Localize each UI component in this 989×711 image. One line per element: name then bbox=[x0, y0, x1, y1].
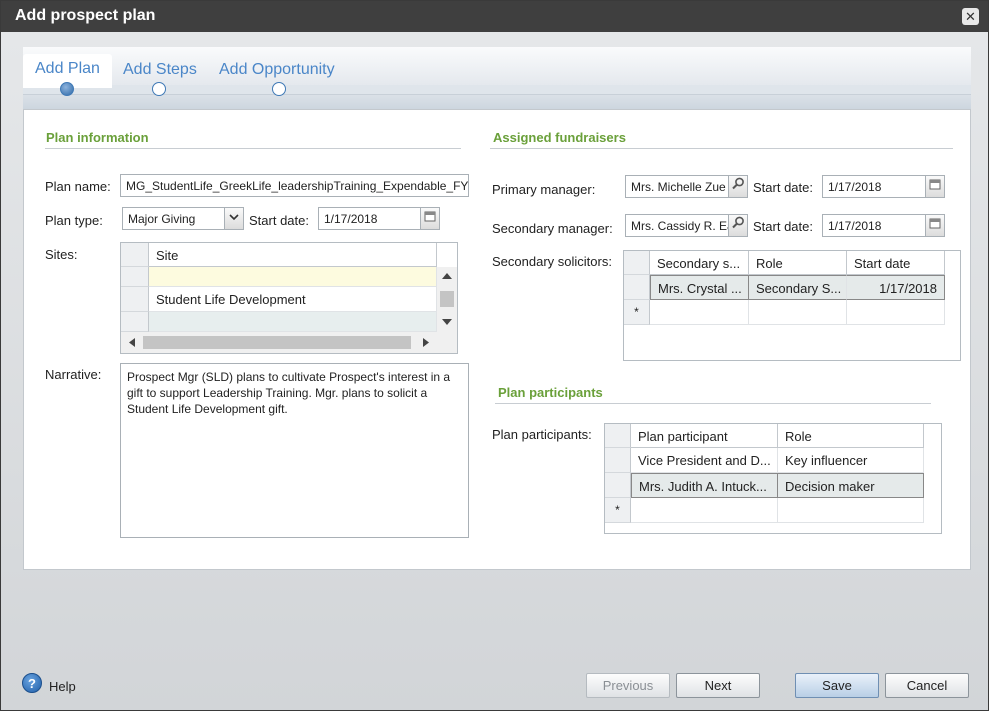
divider bbox=[495, 403, 931, 404]
column-header-site[interactable]: Site bbox=[149, 243, 437, 267]
save-button[interactable]: Save bbox=[795, 673, 879, 698]
primary-start-date-input[interactable]: 1/17/2018 bbox=[822, 175, 926, 198]
new-row-marker: * bbox=[605, 498, 631, 523]
new-row-cell[interactable] bbox=[631, 498, 778, 523]
column-header-secondary-solicitor[interactable]: Secondary s... bbox=[650, 251, 749, 275]
title-bar: Add prospect plan ✕ bbox=[1, 1, 988, 32]
row-selector[interactable] bbox=[121, 267, 149, 287]
secondary-manager-input[interactable]: Mrs. Cassidy R. Ea bbox=[625, 214, 729, 237]
secondary-solicitors-grid: Secondary s... Role Start date Mrs. Crys… bbox=[623, 250, 961, 361]
plan-type-select[interactable]: Major Giving bbox=[122, 207, 225, 230]
plan-type-label: Plan type: bbox=[45, 213, 103, 228]
next-button[interactable]: Next bbox=[676, 673, 760, 698]
row-selector[interactable] bbox=[121, 312, 149, 332]
plan-start-date-label: Start date: bbox=[249, 213, 309, 228]
primary-manager-label: Primary manager: bbox=[492, 182, 596, 197]
calendar-icon[interactable] bbox=[925, 175, 945, 198]
column-header-start-date[interactable]: Start date bbox=[847, 251, 945, 275]
step-dot-add-opportunity[interactable] bbox=[272, 82, 286, 96]
tab-add-steps[interactable]: Add Steps bbox=[123, 61, 197, 79]
divider bbox=[45, 148, 461, 149]
search-icon[interactable] bbox=[728, 175, 748, 198]
secondary-manager-label: Secondary manager: bbox=[492, 221, 613, 236]
plan-name-label: Plan name: bbox=[45, 179, 111, 194]
primary-manager-input[interactable]: Mrs. Michelle Zue bbox=[625, 175, 729, 198]
help-link[interactable]: Help bbox=[49, 679, 76, 694]
narrative-textarea[interactable]: Prospect Mgr (SLD) plans to cultivate Pr… bbox=[120, 363, 469, 538]
table-row[interactable]: Vice President and D... bbox=[631, 448, 778, 473]
sites-grid: Site Student Life Development bbox=[120, 242, 458, 354]
step-dot-add-steps[interactable] bbox=[152, 82, 166, 96]
narrative-label: Narrative: bbox=[45, 367, 102, 382]
step-dot-add-plan[interactable] bbox=[60, 82, 74, 96]
search-icon[interactable] bbox=[728, 214, 748, 237]
row-selector[interactable] bbox=[605, 448, 631, 473]
assigned-fundraisers-heading: Assigned fundraisers bbox=[493, 130, 626, 145]
column-header-role[interactable]: Role bbox=[778, 424, 924, 448]
chevron-down-icon[interactable] bbox=[224, 207, 244, 230]
calendar-icon[interactable] bbox=[420, 207, 440, 230]
table-cell[interactable]: Decision maker bbox=[778, 473, 924, 498]
divider bbox=[490, 148, 953, 149]
primary-start-date-label: Start date: bbox=[753, 180, 813, 195]
plan-participants-heading: Plan participants bbox=[498, 385, 603, 400]
new-row-cell[interactable] bbox=[778, 498, 924, 523]
help-icon[interactable]: ? bbox=[22, 673, 42, 693]
table-cell[interactable]: Key influencer bbox=[778, 448, 924, 473]
table-row[interactable]: Mrs. Judith A. Intuck... bbox=[631, 473, 778, 498]
table-row[interactable] bbox=[149, 312, 437, 332]
plan-participants-grid: Plan participant Role Vice President and… bbox=[604, 423, 942, 534]
new-row-cell[interactable] bbox=[650, 300, 749, 325]
cancel-button[interactable]: Cancel bbox=[885, 673, 969, 698]
row-selector[interactable] bbox=[605, 473, 631, 498]
horizontal-scrollbar[interactable] bbox=[121, 332, 457, 353]
column-header-plan-participant[interactable]: Plan participant bbox=[631, 424, 778, 448]
plan-start-date-input[interactable]: 1/17/2018 bbox=[318, 207, 421, 230]
new-row-cell[interactable] bbox=[847, 300, 945, 325]
secondary-start-date-label: Start date: bbox=[753, 219, 813, 234]
table-cell[interactable]: Secondary S... bbox=[749, 275, 847, 300]
sites-label: Sites: bbox=[45, 247, 78, 262]
row-selector[interactable] bbox=[624, 275, 650, 300]
table-row[interactable]: Mrs. Crystal ... bbox=[650, 275, 749, 300]
column-header-role[interactable]: Role bbox=[749, 251, 847, 275]
new-row-cell[interactable] bbox=[749, 300, 847, 325]
previous-button[interactable]: Previous bbox=[586, 673, 670, 698]
plan-participants-label: Plan participants: bbox=[492, 427, 592, 442]
add-prospect-plan-dialog: Add prospect plan ✕ Add Plan Add Steps A… bbox=[0, 0, 989, 711]
plan-information-heading: Plan information bbox=[46, 130, 149, 145]
secondary-solicitors-label: Secondary solicitors: bbox=[492, 254, 612, 269]
calendar-icon[interactable] bbox=[925, 214, 945, 237]
tab-add-opportunity[interactable]: Add Opportunity bbox=[219, 61, 335, 79]
secondary-start-date-input[interactable]: 1/17/2018 bbox=[822, 214, 926, 237]
table-row[interactable] bbox=[149, 267, 437, 287]
dialog-title: Add prospect plan bbox=[15, 7, 156, 24]
row-selector[interactable] bbox=[121, 287, 149, 312]
table-row[interactable]: Student Life Development bbox=[149, 287, 437, 312]
vertical-scrollbar[interactable] bbox=[437, 267, 457, 332]
close-icon[interactable]: ✕ bbox=[962, 8, 979, 25]
new-row-marker: * bbox=[624, 300, 650, 325]
plan-name-input[interactable]: MG_StudentLife_GreekLife_leadershipTrain… bbox=[120, 174, 469, 197]
table-cell[interactable]: 1/17/2018 bbox=[847, 275, 945, 300]
